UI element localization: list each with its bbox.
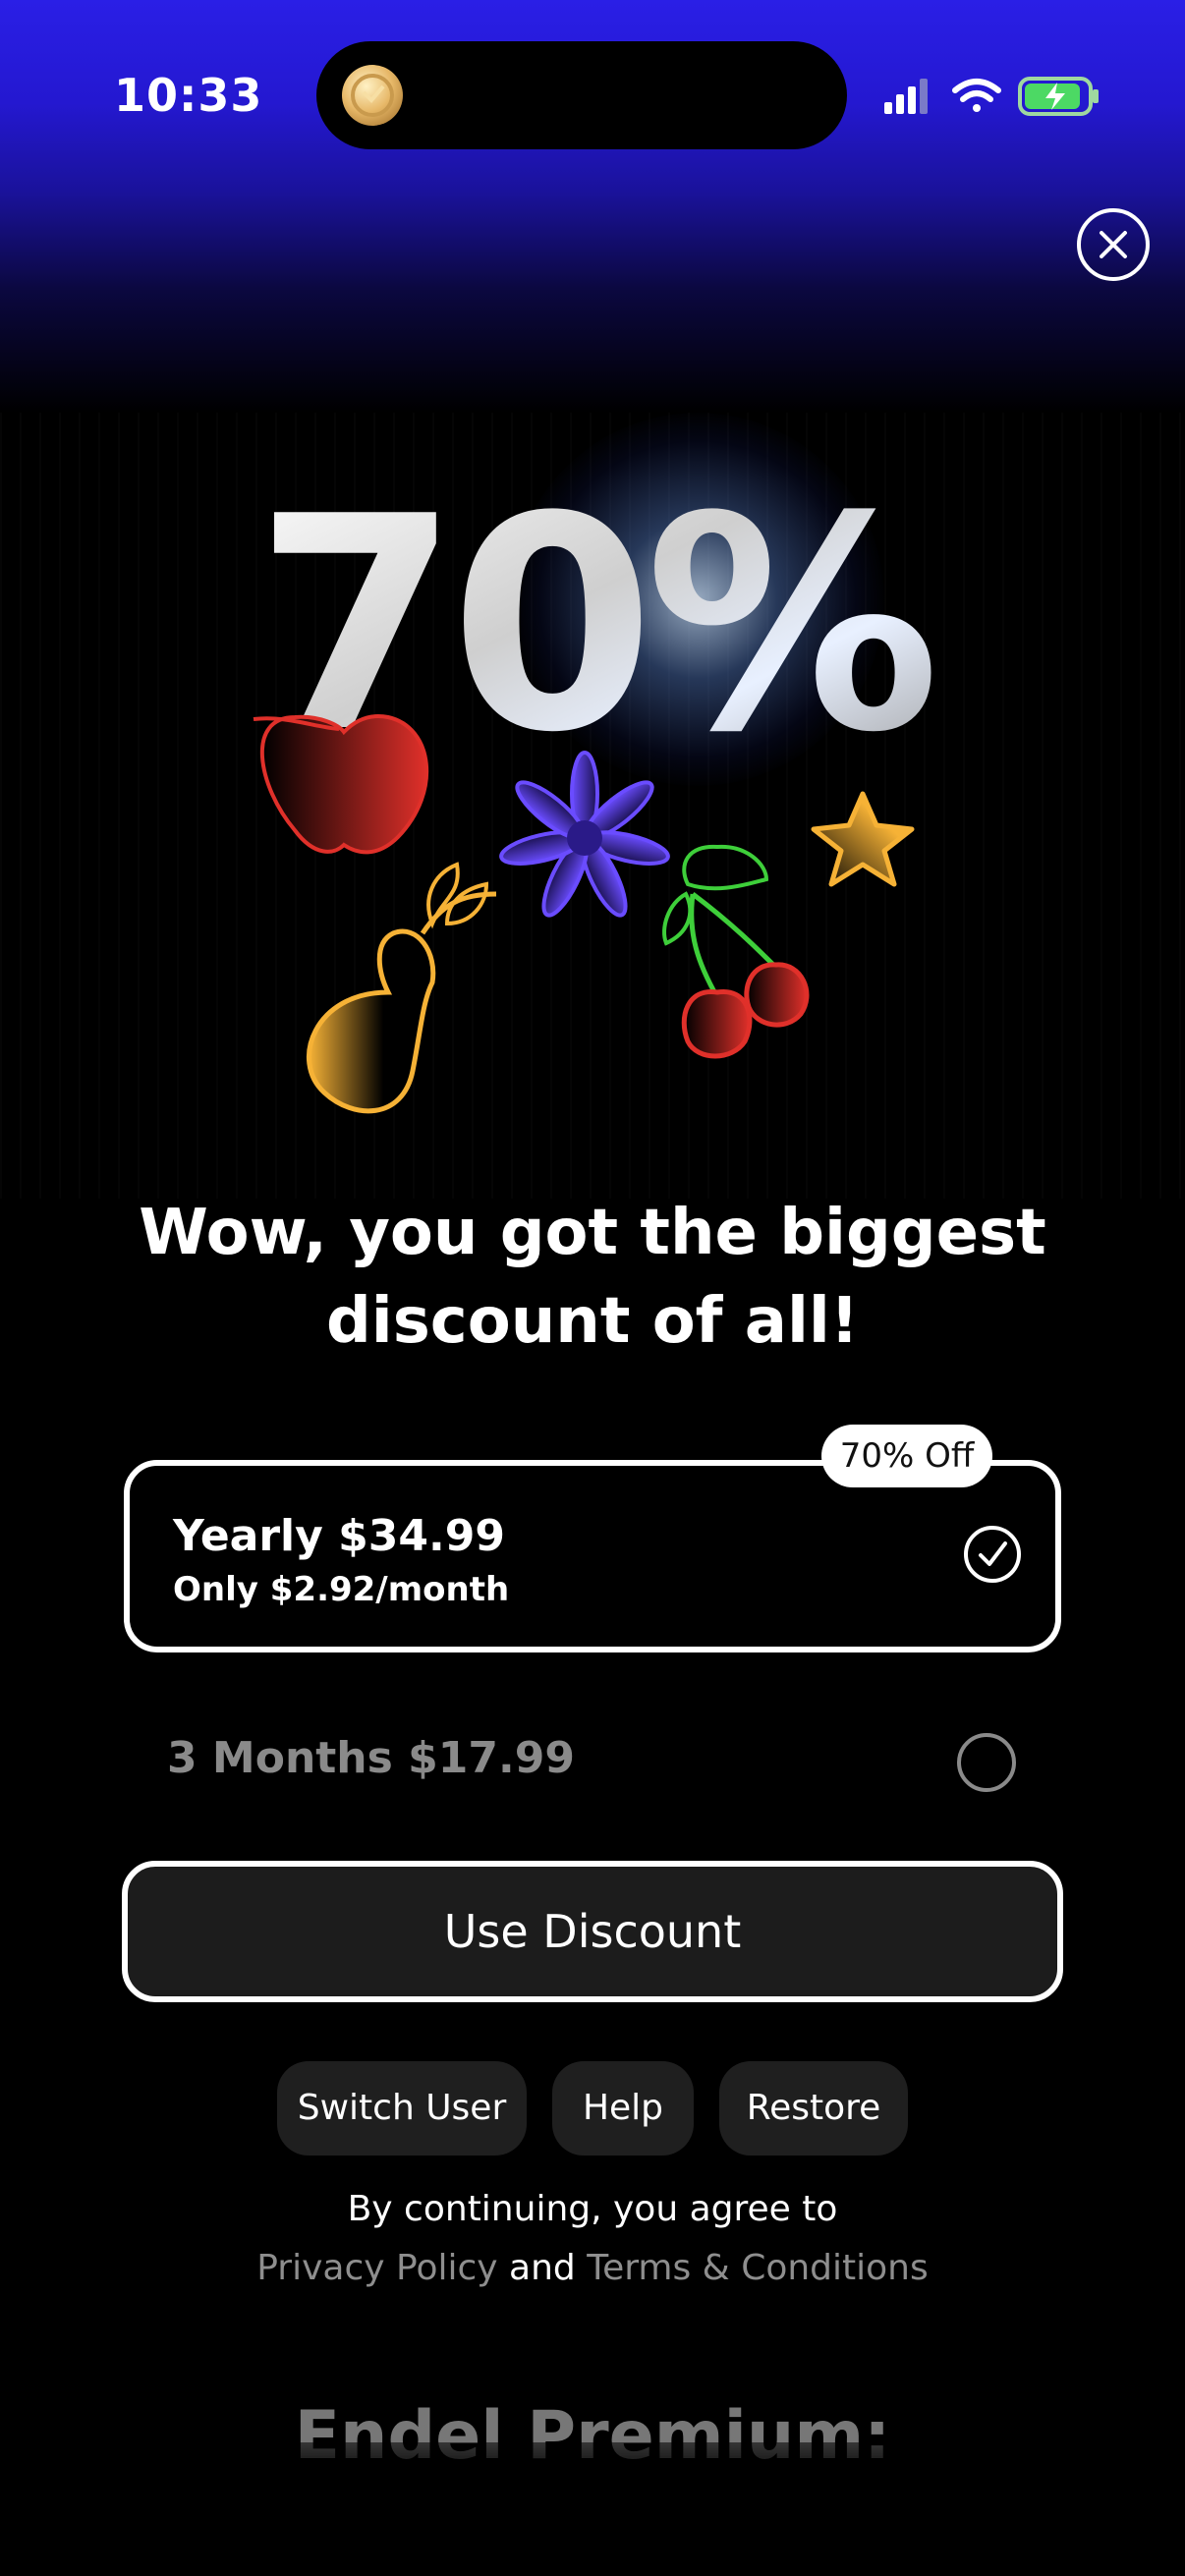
- apple-icon: [253, 714, 429, 855]
- cherries-icon: [662, 844, 810, 1059]
- wifi-icon: [952, 79, 1001, 112]
- switch-user-button[interactable]: Switch User: [277, 2061, 527, 2156]
- plan-option-3-months[interactable]: 3 Months $17.99: [124, 1690, 1061, 1837]
- restore-button[interactable]: Restore: [719, 2061, 908, 2156]
- footer-fade: [0, 2442, 1185, 2576]
- checkmark-circle-icon: [964, 1526, 1021, 1583]
- coin-icon: [342, 65, 403, 126]
- legal-and: and: [509, 2248, 576, 2288]
- headline-line-1: Wow, you got the biggest: [139, 1197, 1046, 1269]
- close-icon: [1100, 231, 1127, 258]
- legal-links: Privacy Policy and Terms & Conditions: [0, 2248, 1185, 2288]
- dynamic-island: [316, 41, 847, 149]
- headline-line-2: discount of all!: [325, 1285, 860, 1358]
- discount-badge: 70% Off: [821, 1425, 992, 1487]
- status-time: 10:33: [114, 69, 263, 122]
- plan-title: Yearly $34.99: [173, 1511, 505, 1561]
- plan-option-yearly[interactable]: Yearly $34.99 Only $2.92/month: [124, 1460, 1061, 1652]
- headline: Wow, you got the biggest discount of all…: [0, 1189, 1185, 1366]
- terms-link[interactable]: Terms & Conditions: [587, 2248, 929, 2288]
- plan-title: 3 Months $17.99: [167, 1733, 575, 1783]
- hero-artwork: 70%: [253, 454, 945, 1114]
- radio-circle-icon: [957, 1733, 1016, 1792]
- battery-charging-icon: [1018, 77, 1099, 116]
- use-discount-button[interactable]: Use Discount: [122, 1861, 1063, 2002]
- plan-subtitle: Only $2.92/month: [173, 1570, 510, 1609]
- signal-icon: [884, 79, 928, 114]
- privacy-policy-link[interactable]: Privacy Policy: [256, 2248, 497, 2288]
- help-button[interactable]: Help: [552, 2061, 694, 2156]
- legal-text: By continuing, you agree to: [347, 2189, 838, 2229]
- status-icons: [884, 77, 1099, 116]
- star-icon: [811, 791, 915, 887]
- pear-icon: [307, 862, 497, 1114]
- close-button[interactable]: [1077, 208, 1150, 281]
